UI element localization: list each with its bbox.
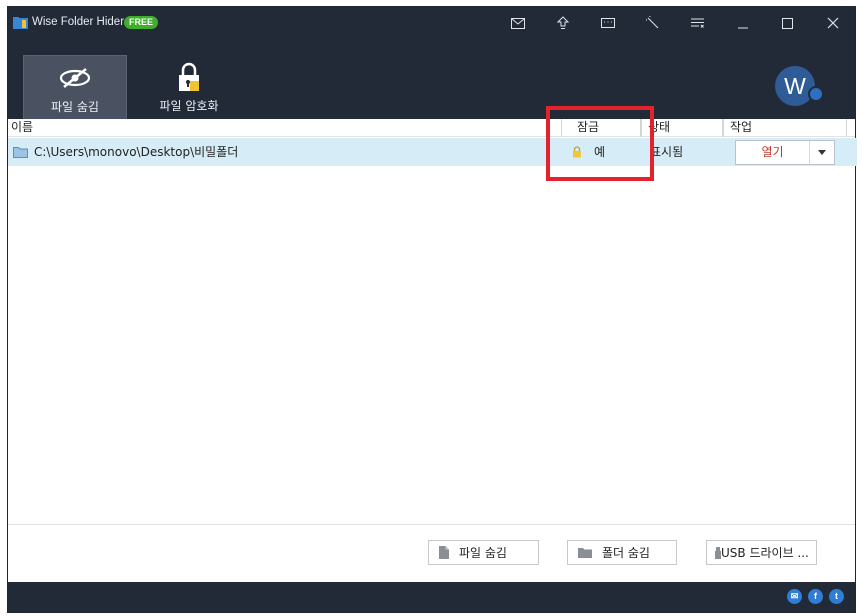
folder-icon <box>13 147 28 158</box>
chat-icon[interactable] <box>585 7 630 39</box>
hide-folder-label: 폴더 숨김 <box>602 546 650 560</box>
lock-icon <box>176 62 202 91</box>
tab-label: 파일 숨김 <box>51 100 99 114</box>
email-icon[interactable]: ✉ <box>787 589 802 604</box>
twitter-icon[interactable]: t <box>829 589 844 604</box>
eye-off-icon <box>58 64 92 92</box>
action-split-button: 열기 <box>735 140 835 165</box>
app-window: Wise Folder Hider FREE 파일 숨김 파일 암호화 W 이름… <box>7 6 857 613</box>
tab-encrypt-file[interactable]: 파일 암호화 <box>137 55 241 119</box>
column-header-name[interactable]: 이름 <box>8 119 562 137</box>
hide-file-button[interactable]: 파일 숨김 <box>428 540 539 565</box>
annotation-highlight-box <box>546 106 654 181</box>
app-title: Wise Folder Hider <box>32 16 125 28</box>
app-logo-icon <box>13 17 28 29</box>
table-header: 이름 잠금 상태 작업 <box>8 119 855 137</box>
header-area: Wise Folder Hider FREE 파일 숨김 파일 암호화 W <box>8 7 855 119</box>
divider <box>8 524 855 525</box>
close-icon[interactable] <box>810 7 855 39</box>
usb-drive-button[interactable]: USB 드라이브 ... <box>706 540 817 565</box>
hide-folder-button[interactable]: 폴더 숨김 <box>567 540 677 565</box>
tab-hide-file[interactable]: 파일 숨김 <box>23 55 127 119</box>
folder-icon <box>578 547 592 558</box>
maximize-icon[interactable] <box>765 7 810 39</box>
title-bar: Wise Folder Hider FREE <box>8 7 855 39</box>
tools-icon[interactable] <box>630 7 675 39</box>
menu-icon[interactable] <box>675 7 720 39</box>
avatar-status-dot <box>808 86 824 102</box>
usb-drive-label: USB 드라이브 ... <box>721 546 809 560</box>
avatar[interactable]: W <box>775 66 815 106</box>
facebook-icon[interactable]: f <box>808 589 823 604</box>
tab-label: 파일 암호화 <box>159 99 219 113</box>
mail-icon[interactable] <box>495 7 540 39</box>
free-badge: FREE <box>124 16 159 29</box>
upgrade-icon[interactable] <box>540 7 585 39</box>
minimize-icon[interactable] <box>720 7 765 39</box>
row-state: 표시됨 <box>650 145 684 159</box>
title-controls <box>495 7 855 39</box>
hide-file-label: 파일 숨김 <box>459 546 507 560</box>
row-path: C:\Users\monovo\Desktop\비밀폴더 <box>34 145 239 159</box>
open-button[interactable]: 열기 <box>736 141 810 164</box>
table-row[interactable]: C:\Users\monovo\Desktop\비밀폴더 예 표시됨 열기 <box>8 138 857 166</box>
status-bar: ✉ f t <box>8 582 855 612</box>
chevron-down-icon <box>818 150 826 155</box>
action-dropdown-button[interactable] <box>810 141 834 164</box>
column-header-action[interactable]: 작업 <box>723 119 847 137</box>
file-icon <box>439 546 449 559</box>
